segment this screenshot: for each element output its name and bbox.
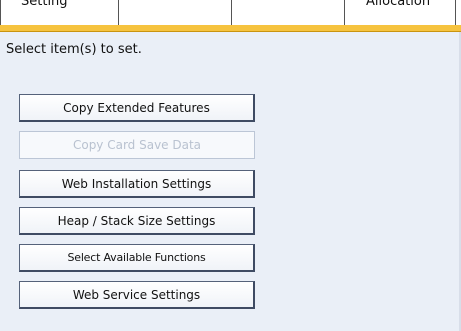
web-service-settings-button[interactable]: Web Service Settings (19, 281, 255, 309)
tab-divider (118, 0, 119, 25)
tab-setting[interactable]: Setting (21, 0, 68, 9)
tab-divider (0, 0, 1, 25)
copy-extended-features-button[interactable]: Copy Extended Features (19, 94, 255, 122)
settings-panel: Select item(s) to set. Copy Extended Fea… (0, 32, 461, 331)
instruction-text: Select item(s) to set. (6, 42, 142, 57)
tab-underline (0, 25, 461, 32)
tab-divider (455, 0, 456, 25)
web-installation-settings-button[interactable]: Web Installation Settings (19, 170, 255, 198)
tab-divider (344, 0, 345, 25)
select-available-functions-button[interactable]: Select Available Functions (19, 244, 255, 272)
heap-stack-size-settings-button[interactable]: Heap / Stack Size Settings (19, 207, 255, 235)
tab-allocation[interactable]: Allocation (366, 0, 430, 9)
tab-divider (231, 0, 232, 25)
tab-bar: Setting Allocation (0, 0, 461, 25)
copy-card-save-data-button: Copy Card Save Data (19, 131, 255, 159)
